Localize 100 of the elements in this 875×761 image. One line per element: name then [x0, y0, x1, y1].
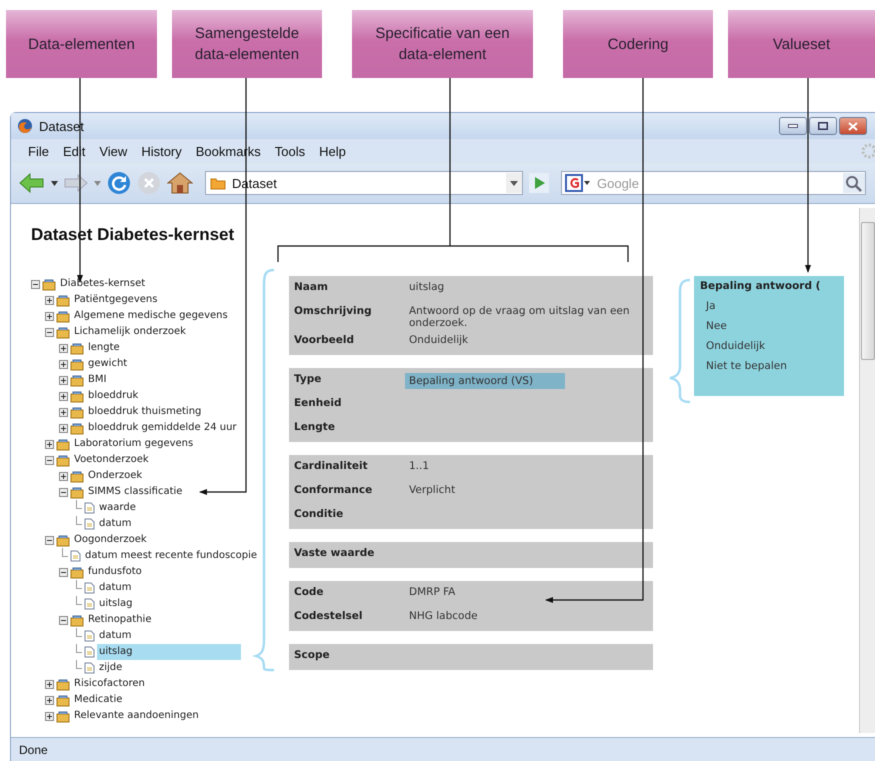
field-label: Naam — [294, 281, 329, 293]
tree-item[interactable]: Diabetes-kernset — [58, 276, 148, 292]
search-icon[interactable] — [843, 173, 865, 193]
collapse-icon[interactable] — [59, 488, 68, 496]
tree-item[interactable]: Lichamelijk onderzoek — [72, 324, 188, 340]
expand-icon[interactable] — [59, 392, 68, 400]
folder-icon — [70, 342, 84, 354]
tree-item[interactable]: SIMMS classificatie — [86, 484, 184, 500]
search-field[interactable]: Google — [595, 174, 839, 192]
search-box[interactable]: Google — [561, 171, 866, 195]
document-icon — [70, 550, 81, 562]
tree-item[interactable]: Algemene medische gegevens — [72, 308, 230, 324]
scrollbar[interactable] — [859, 208, 875, 733]
tree-item[interactable]: uitslag — [97, 596, 135, 612]
field-value: DMRP FA — [409, 586, 456, 598]
field-label: Type — [294, 373, 322, 385]
tree-item[interactable]: Patiëntgegevens — [72, 292, 160, 308]
field-value: 1..1 — [409, 460, 430, 472]
expand-icon[interactable] — [59, 360, 68, 368]
field-value: NHG labcode — [409, 610, 479, 622]
folder-icon — [56, 534, 70, 546]
folder-icon — [70, 358, 84, 370]
tree-item[interactable]: uitslag — [97, 644, 241, 660]
menu-item[interactable]: File — [21, 144, 56, 158]
collapse-icon[interactable] — [45, 456, 54, 464]
tree-item[interactable]: Laboratorium gegevens — [72, 436, 196, 452]
callout-label: Specificatie van een data-element — [352, 10, 533, 78]
valueset-item: Niet te bepalen — [705, 360, 788, 372]
tree-connector — [62, 548, 68, 557]
menu-item[interactable]: View — [92, 144, 134, 158]
tree-item[interactable]: Onderzoek — [86, 468, 144, 484]
tree-item[interactable]: datum meest recente fundoscopie — [83, 548, 260, 564]
tree-item[interactable]: Relevante aandoeningen — [72, 708, 201, 724]
collapse-icon[interactable] — [45, 536, 54, 544]
maximize-icon — [818, 122, 828, 130]
tree-item[interactable]: Medicatie — [72, 692, 124, 708]
home-icon[interactable] — [167, 171, 193, 195]
tree-item[interactable]: zijde — [97, 660, 124, 676]
tree-item[interactable]: bloeddruk — [86, 388, 140, 404]
folder-icon — [70, 470, 84, 482]
expand-icon[interactable] — [45, 696, 54, 704]
folder-icon — [56, 294, 70, 306]
field-value: Onduidelijk — [409, 334, 470, 346]
menu-item[interactable]: History — [134, 144, 189, 158]
tree-item[interactable]: fundusfoto — [86, 564, 144, 580]
folder-icon — [70, 406, 84, 418]
menu-item[interactable]: Tools — [268, 144, 312, 158]
forward-icon[interactable] — [64, 174, 88, 192]
field-value: Antwoord op de vraag om uitslag van een onderzoek. — [409, 305, 631, 329]
expand-icon[interactable] — [45, 680, 54, 688]
document-icon — [84, 646, 95, 658]
scroll-thumb[interactable] — [861, 222, 875, 360]
expand-icon[interactable] — [45, 296, 54, 304]
go-icon[interactable] — [529, 173, 549, 193]
folder-icon — [56, 694, 70, 706]
expand-icon[interactable] — [59, 408, 68, 416]
back-icon[interactable] — [19, 173, 45, 193]
reload-icon[interactable] — [107, 171, 131, 195]
status-text: Done — [19, 743, 48, 757]
tree-item[interactable]: waarde — [97, 500, 138, 516]
callout-label: Data-elementen — [6, 10, 157, 78]
field-label: Cardinaliteit — [294, 460, 369, 472]
collapse-icon[interactable] — [59, 616, 68, 624]
tree-item[interactable]: bloeddruk thuismeting — [86, 404, 204, 420]
field-value: Verplicht — [409, 484, 456, 496]
tree-item[interactable]: datum — [97, 516, 134, 532]
tree-item[interactable]: Retinopathie — [86, 612, 154, 628]
tree-item[interactable]: bloeddruk gemiddelde 24 uur — [86, 420, 239, 436]
collapse-icon[interactable] — [31, 280, 40, 288]
document-icon — [84, 598, 95, 610]
maximize-button[interactable] — [809, 117, 837, 135]
tree-item[interactable]: Voetonderzoek — [72, 452, 151, 468]
tree-item[interactable]: gewicht — [86, 356, 130, 372]
document-icon — [84, 662, 95, 674]
close-button[interactable] — [839, 117, 867, 135]
expand-icon[interactable] — [59, 376, 68, 384]
expand-icon[interactable] — [45, 312, 54, 320]
menu-item[interactable]: Help — [312, 144, 353, 158]
tree-item[interactable]: BMI — [86, 372, 108, 388]
expand-icon[interactable] — [59, 344, 68, 352]
tree-item[interactable]: Oogonderzoek — [72, 532, 149, 548]
callout-label: Codering — [563, 10, 713, 78]
expand-icon[interactable] — [45, 712, 54, 720]
collapse-icon[interactable] — [59, 568, 68, 576]
tree-item[interactable]: datum — [97, 628, 134, 644]
collapse-icon[interactable] — [45, 328, 54, 336]
folder-icon — [42, 278, 56, 290]
expand-icon[interactable] — [45, 440, 54, 448]
folder-icon — [56, 326, 70, 338]
tree-item[interactable]: Risicofactoren — [72, 676, 147, 692]
tree-item[interactable]: lengte — [86, 340, 122, 356]
field-label: Scope — [294, 649, 331, 661]
document-icon — [84, 630, 95, 642]
tree-item[interactable]: datum — [97, 580, 134, 596]
expand-icon[interactable] — [59, 472, 68, 480]
dropdown-icon[interactable] — [51, 180, 58, 186]
minimize-button[interactable] — [779, 117, 807, 135]
search-engine-icon[interactable] — [565, 174, 591, 192]
expand-icon[interactable] — [59, 424, 68, 432]
dropdown-icon[interactable] — [506, 173, 522, 193]
